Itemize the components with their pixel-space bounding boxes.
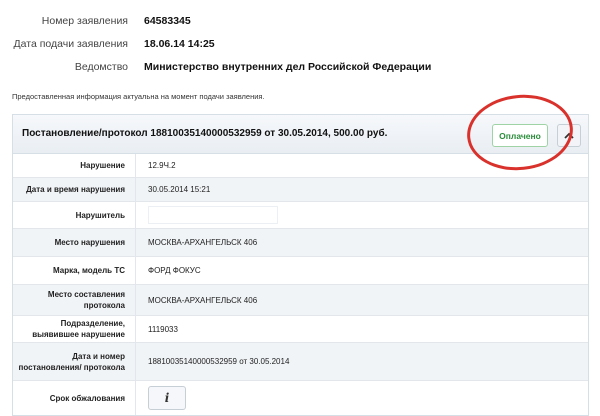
detail-row-place: Место нарушения МОСКВА-АРХАНГЕЛЬСК 406	[13, 229, 588, 257]
detail-value: 12.9Ч.2	[148, 161, 176, 170]
detail-label: Место нарушения	[54, 238, 125, 247]
application-number-row: Номер заявления 64583345	[0, 15, 600, 31]
detail-label: Подразделение, выявившее нарушение	[32, 319, 125, 339]
detail-value: ФОРД ФОКУС	[148, 266, 201, 275]
cropped-top-edge	[20, 0, 320, 5]
detail-row-vehicle: Марка, модель ТС ФОРД ФОКУС	[13, 257, 588, 285]
paid-status-badge: Оплачено	[492, 124, 548, 147]
ruling-panel-header[interactable]: Постановление/протокол 18810035140000532…	[13, 115, 588, 154]
chevron-up-icon	[564, 132, 574, 139]
detail-row-violation: Нарушение 12.9Ч.2	[13, 154, 588, 178]
detail-label: Нарушитель	[75, 210, 125, 220]
application-number-value: 64583345	[144, 15, 191, 27]
detail-row-appeal-term: Срок обжалования i	[13, 381, 588, 415]
detail-label: Дата и номер постановления/ протокола	[18, 351, 125, 372]
detail-label: Место составления протокола	[47, 290, 125, 310]
detail-value: 18810035140000532959 от 30.05.2014	[148, 357, 290, 366]
detail-value: МОСКВА-АРХАНГЕЛЬСК 406	[148, 295, 258, 305]
detail-label: Срок обжалования	[49, 393, 125, 403]
offender-redacted-value	[148, 206, 278, 224]
ruling-panel: Постановление/протокол 18810035140000532…	[12, 114, 589, 416]
ruling-title: Постановление/протокол 18810035140000532…	[22, 128, 388, 139]
agency-label: Ведомство	[74, 61, 128, 73]
info-note: Предоставленная информация актуальна на …	[12, 92, 265, 101]
detail-value: МОСКВА-АРХАНГЕЛЬСК 406	[148, 238, 258, 247]
detail-row-ruling-number: Дата и номер постановления/ протокола 18…	[13, 343, 588, 381]
detail-row-department: Подразделение, выявившее нарушение 11190…	[13, 316, 588, 343]
detail-row-datetime: Дата и время нарушения 30.05.2014 15:21	[13, 178, 588, 202]
detail-row-protocol-place: Место составления протокола МОСКВА-АРХАН…	[13, 285, 588, 316]
detail-label: Марка, модель ТС	[52, 266, 125, 275]
detail-label: Нарушение	[80, 161, 125, 170]
application-date-label: Дата подачи заявления	[13, 38, 128, 50]
application-date-row: Дата подачи заявления 18.06.14 14:25	[0, 38, 600, 54]
application-date-value: 18.06.14 14:25	[144, 38, 215, 50]
agency-value: Министерство внутренних дел Российской Ф…	[144, 61, 432, 73]
detail-label: Дата и время нарушения	[26, 185, 125, 194]
detail-value: 1119033	[148, 324, 178, 334]
info-icon[interactable]: i	[148, 386, 186, 410]
agency-row: Ведомство Министерство внутренних дел Ро…	[0, 61, 600, 77]
detail-row-offender: Нарушитель	[13, 202, 588, 229]
application-number-label: Номер заявления	[41, 15, 128, 27]
detail-value: 30.05.2014 15:21	[148, 185, 211, 194]
collapse-button[interactable]	[557, 124, 581, 147]
